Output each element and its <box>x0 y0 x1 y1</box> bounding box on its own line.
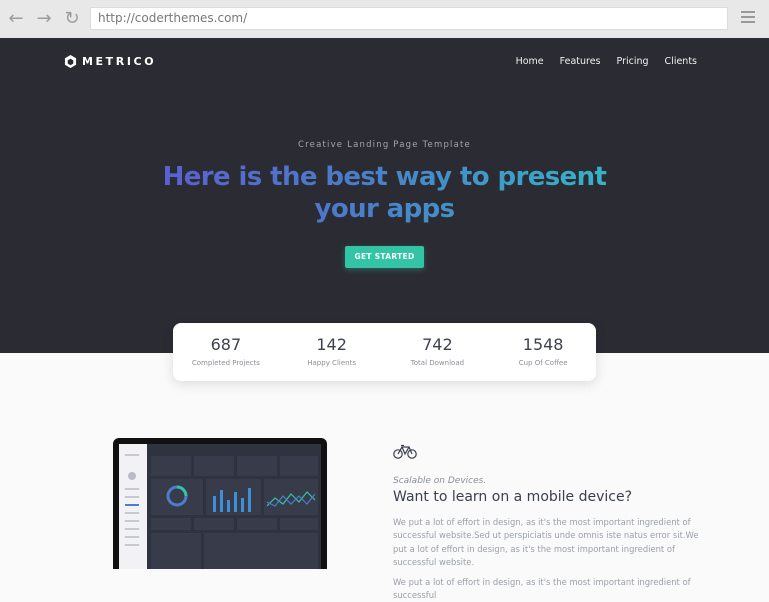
bicycle-icon <box>393 444 417 459</box>
browser-toolbar: ← → ↻ http://coderthemes.com/ <box>0 0 769 38</box>
dashboard-screenshot <box>119 444 321 569</box>
laptop-mockup-image <box>113 438 327 569</box>
stat-cup-of-coffee: 1548 Cup Of Coffee <box>490 323 596 381</box>
stat-label: Happy Clients <box>307 359 356 367</box>
feature-subtitle: Scalable on Devices. <box>393 476 487 486</box>
hexagon-logo-icon <box>64 54 77 68</box>
hero-headline: Here is the best way to present your app… <box>150 161 619 225</box>
stat-label: Completed Projects <box>191 359 260 367</box>
stat-label: Total Download <box>410 359 465 367</box>
nav-clients[interactable]: Clients <box>665 56 697 67</box>
hero-section: METRICO Home Features Pricing Clients Cr… <box>0 38 769 353</box>
feature-block: Scalable on Devices. Want to learn on a … <box>393 443 711 602</box>
stat-value: 1548 <box>522 335 564 354</box>
stat-value: 687 <box>210 335 242 354</box>
reload-icon[interactable]: ↻ <box>62 9 82 29</box>
brand-name: METRICO <box>82 54 157 68</box>
stats-card: 687 Completed Projects 142 Happy Clients… <box>173 323 596 381</box>
stat-label: Cup Of Coffee <box>518 359 568 367</box>
stat-total-download: 742 Total Download <box>385 323 491 381</box>
main-nav: Home Features Pricing Clients <box>516 56 697 67</box>
stat-completed-projects: 687 Completed Projects <box>173 323 279 381</box>
feature-description-2: We put a lot of effort in design, as it'… <box>393 576 691 601</box>
hamburger-menu-icon[interactable] <box>741 11 755 25</box>
stat-value: 742 <box>422 335 453 354</box>
back-arrow-icon[interactable]: ← <box>6 9 26 29</box>
stat-value: 142 <box>316 335 347 354</box>
address-bar[interactable]: http://coderthemes.com/ <box>90 7 728 30</box>
nav-home[interactable]: Home <box>516 56 544 67</box>
nav-features[interactable]: Features <box>560 56 601 67</box>
get-started-button[interactable]: GET STARTED <box>345 246 424 268</box>
hero-eyebrow: Creative Landing Page Template <box>298 140 471 150</box>
dashboard-sidebar <box>119 444 147 569</box>
brand-logo[interactable]: METRICO <box>64 53 156 69</box>
nav-pricing[interactable]: Pricing <box>617 56 649 67</box>
forward-arrow-icon[interactable]: → <box>34 9 54 29</box>
feature-title: Want to learn on a mobile device? <box>393 489 633 505</box>
stat-happy-clients: 142 Happy Clients <box>279 323 385 381</box>
feature-description: We put a lot of effort in design, as it'… <box>393 517 699 568</box>
